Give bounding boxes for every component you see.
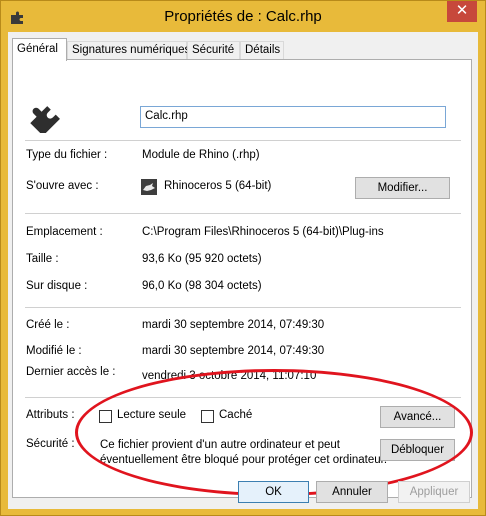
change-button[interactable]: Modifier... xyxy=(355,177,450,199)
rhino-app-icon xyxy=(141,179,157,195)
puzzle-piece-icon xyxy=(30,106,60,133)
file-name-input[interactable]: Calc.rhp xyxy=(140,106,446,128)
security-label: Sécurité : xyxy=(26,438,75,450)
separator xyxy=(25,397,461,398)
hidden-checkbox[interactable] xyxy=(201,410,214,423)
location-value: C:\Program Files\Rhinoceros 5 (64-bit)\P… xyxy=(142,226,384,238)
file-type-value: Module de Rhino (.rhp) xyxy=(142,149,260,161)
tab-security[interactable]: Sécurité xyxy=(187,41,240,60)
size-on-disk-value: 96,0 Ko (98 304 octets) xyxy=(142,280,262,292)
tab-details[interactable]: Détails xyxy=(240,41,284,60)
security-message: Ce fichier provient d'un autre ordinateu… xyxy=(100,438,387,468)
window-title: Propriétés de : Calc.rhp xyxy=(164,8,322,25)
readonly-label[interactable]: Lecture seule xyxy=(117,409,186,421)
readonly-checkbox[interactable] xyxy=(99,410,112,423)
dialog-client-area: Général Signatures numériques Sécurité D… xyxy=(8,32,478,509)
modified-label: Modifié le : xyxy=(26,345,82,357)
security-message-line: éventuellement être bloqué pour protéger… xyxy=(100,454,388,466)
properties-window: Propriétés de : Calc.rhp ✕ Général Signa… xyxy=(0,0,486,516)
cancel-button[interactable]: Annuler xyxy=(316,481,388,503)
accessed-label: Dernier accès le : xyxy=(26,366,116,378)
advanced-button[interactable]: Avancé... xyxy=(380,406,455,428)
location-label: Emplacement : xyxy=(26,226,103,238)
hidden-label[interactable]: Caché xyxy=(219,409,252,421)
opens-with-value: Rhinoceros 5 (64-bit) xyxy=(164,180,272,192)
accessed-value: vendredi 3 octobre 2014, 11:07:10 xyxy=(142,370,317,382)
file-type-label: Type du fichier : xyxy=(26,149,108,161)
apply-button: Appliquer xyxy=(398,481,470,503)
ok-button[interactable]: OK xyxy=(238,481,309,503)
created-value: mardi 30 septembre 2014, 07:49:30 xyxy=(142,319,325,331)
size-label: Taille : xyxy=(26,253,59,265)
size-value: 93,6 Ko (95 920 octets) xyxy=(142,253,262,265)
size-on-disk-label: Sur disque : xyxy=(26,280,88,292)
separator xyxy=(25,213,461,214)
title-bar[interactable]: Propriétés de : Calc.rhp ✕ xyxy=(1,1,485,33)
close-button[interactable]: ✕ xyxy=(447,1,477,22)
security-message-line: Ce fichier provient d'un autre ordinateu… xyxy=(100,439,341,451)
separator xyxy=(25,140,461,141)
modified-value: mardi 30 septembre 2014, 07:49:30 xyxy=(142,345,325,357)
separator xyxy=(25,307,461,308)
created-label: Créé le : xyxy=(26,319,70,331)
attributes-label: Attributs : xyxy=(26,409,75,421)
tab-digital-signatures[interactable]: Signatures numériques xyxy=(67,41,190,60)
unblock-button[interactable]: Débloquer xyxy=(380,439,455,461)
general-panel: Calc.rhp Type du fichier : Module de Rhi… xyxy=(12,59,472,498)
tab-general[interactable]: Général xyxy=(12,38,67,61)
opens-with-label: S'ouvre avec : xyxy=(26,180,99,192)
